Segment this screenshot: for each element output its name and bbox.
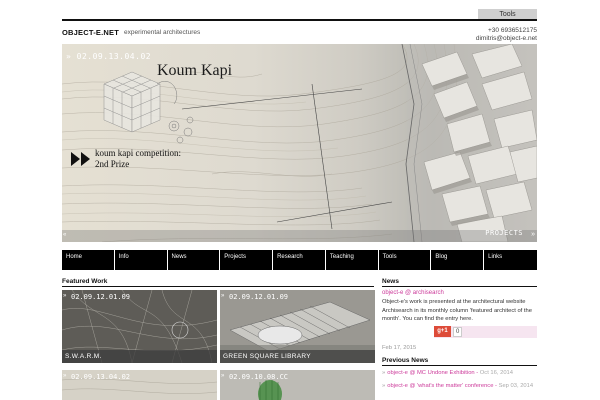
card-arrow-icon: » [63, 293, 67, 299]
bullet-icon: » [382, 383, 386, 389]
nav-projects[interactable]: Projects [220, 250, 274, 270]
card-label: S.W.A.R.M. [62, 350, 217, 363]
bullet-icon: » [382, 370, 386, 376]
news-date: Feb 17, 2015 [382, 345, 417, 351]
hero-caption-line1: koum kapi competition: [95, 148, 181, 158]
previous-news-item[interactable]: » object-e @ 'what's the matter' conferen… [382, 382, 537, 390]
card-arrow-icon: » [221, 293, 225, 299]
contact-email[interactable]: dimitris@object-e.net [476, 35, 537, 43]
card-date: 02.09.13.04.02 [71, 373, 131, 381]
nav-tools[interactable]: Tools [378, 250, 432, 270]
previous-news-date: Sep 03, 2014 [498, 383, 534, 389]
card-date: 02.09.12.01.09 [229, 293, 289, 301]
fast-forward-icon[interactable] [71, 152, 91, 166]
hero-prev-arrow-icon[interactable]: « [63, 232, 66, 238]
card-label: GREEN SQUARE LIBRARY [220, 350, 375, 363]
contact-phone: +30 6936512175 [488, 27, 537, 34]
hero-title[interactable]: Koum Kapi [157, 62, 232, 80]
site-tagline: experimental architectures [124, 29, 201, 36]
hero-date: » 02.09.13.04.02 [66, 52, 152, 61]
gplus-count: 0 [453, 327, 463, 337]
gplus-button[interactable]: g+1 [434, 326, 451, 337]
news-heading: News [382, 278, 399, 285]
nav-info[interactable]: Info [114, 250, 168, 270]
hero-projects-link[interactable]: PROJECTS [485, 229, 523, 237]
previous-news-text[interactable]: object-e @ 'what's the matter' conferenc… [387, 383, 493, 389]
featured-card-koum-kapi[interactable]: » 02.09.13.04.02 [62, 370, 217, 400]
featured-rule [62, 286, 374, 287]
news-body: Object-e's work is presented at the arch… [382, 299, 532, 322]
news-link[interactable]: object-e @ archisearch [382, 290, 444, 296]
featured-card-4[interactable]: » 02.09.10.08.CC [220, 370, 375, 400]
card-date: 02.09.12.01.09 [71, 293, 131, 301]
hero-next-arrow-icon[interactable]: » [531, 231, 535, 238]
news-rule [382, 286, 537, 287]
nav-links[interactable]: Links [484, 250, 537, 270]
previous-news-rule [382, 365, 537, 366]
previous-news-date: Oct 16, 2014 [479, 370, 513, 376]
previous-news-heading: Previous News [382, 357, 429, 364]
hero-caption[interactable]: koum kapi competition: 2nd Prize [95, 148, 181, 170]
hero-caption-line2: 2nd Prize [95, 159, 130, 169]
hero-date-text: 02.09.13.04.02 [76, 52, 152, 61]
nav-research[interactable]: Research [273, 250, 326, 270]
previous-news-text[interactable]: object-e @ MC Undone Exhibition [387, 370, 474, 376]
featured-work-heading: Featured Work [62, 278, 108, 285]
hero-slideshow[interactable]: » 02.09.13.04.02 Koum Kapi koum kapi com… [62, 44, 537, 242]
nav-teaching[interactable]: Teaching [325, 250, 379, 270]
gplus-bar: g+1 0 [434, 326, 537, 338]
hero-image [62, 44, 537, 242]
top-rule [62, 19, 537, 21]
site-title[interactable]: OBJECT-E.NET [62, 28, 119, 37]
featured-card-green-square-library[interactable]: » 02.09.12.01.09 GREEN SQUARE LIBRARY [220, 290, 375, 363]
main-nav: Home Info News Projects Research Teachin… [62, 250, 537, 270]
nav-news[interactable]: News [167, 250, 221, 270]
featured-card-swarm[interactable]: » 02.09.12.01.09 S.W.A.R.M. [62, 290, 217, 363]
card-arrow-icon: » [63, 373, 67, 379]
contact-info: +30 6936512175 dimitris@object-e.net [476, 27, 537, 43]
previous-news-item[interactable]: » object-e @ MC Undone Exhibition - Oct 1… [382, 369, 537, 377]
nav-blog[interactable]: Blog [431, 250, 485, 270]
card-arrow-icon: » [221, 373, 225, 379]
nav-home[interactable]: Home [62, 250, 115, 270]
card-date: 02.09.10.08.CC [229, 373, 289, 381]
